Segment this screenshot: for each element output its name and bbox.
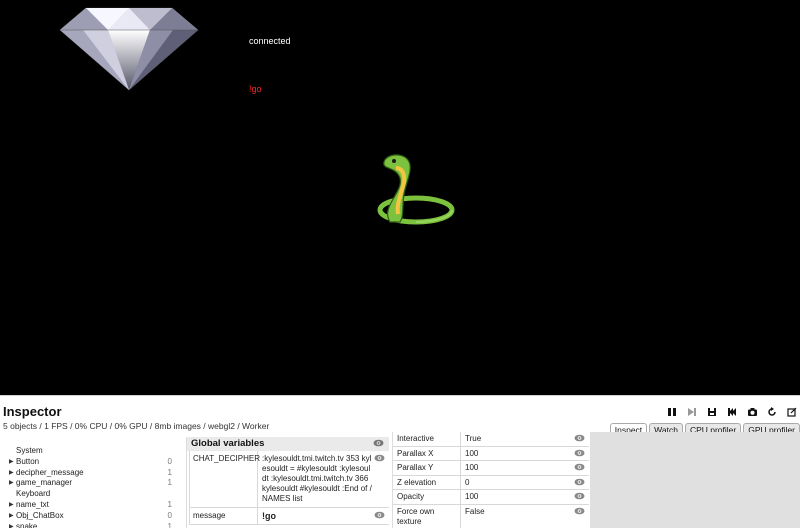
inspector-stats: 5 objects / 1 FPS / 0% CPU / 0% GPU / 8m… (3, 421, 270, 431)
eye-icon[interactable] (374, 511, 385, 519)
property-name: Interactive (393, 432, 461, 446)
tree-item[interactable]: ▶ Button 0 (0, 457, 180, 468)
expand-arrow-icon[interactable]: ▶ (9, 511, 14, 522)
game-canvas[interactable]: connected !go (0, 0, 800, 395)
tree-item-label: Obj_ChatBox (16, 510, 64, 520)
instance-count: 0 (167, 456, 172, 466)
property-row: Parallax Y 100 (393, 461, 589, 476)
step-icon[interactable] (684, 404, 700, 420)
eye-icon[interactable] (373, 439, 384, 447)
restart-icon[interactable] (724, 404, 740, 420)
tree-item[interactable]: ▶ game_manager 1 (0, 478, 180, 489)
variable-name: CHAT_DECIPHER (190, 451, 260, 507)
tree-item-label: name_txt (16, 499, 49, 509)
instance-count: 1 (167, 521, 172, 528)
inspector-panel: Inspector 5 objects / 1 FPS / 0% CPU / 0… (0, 395, 800, 528)
property-row: Z elevation 0 (393, 475, 589, 491)
instance-count: 1 (167, 499, 172, 509)
property-value[interactable]: True (461, 432, 589, 446)
instance-count: 0 (167, 510, 172, 520)
inspector-toolbar (664, 404, 800, 420)
tree-item[interactable]: ▶ snake 1 (0, 522, 180, 528)
global-variables-panel: Global variables CHAT_DECIPHER :kylesoul… (186, 437, 389, 528)
expand-icon[interactable] (784, 404, 800, 420)
variable-value[interactable]: :kylesouldt.tmi.twitch.tv 353 kylesouldt… (258, 451, 389, 507)
property-value[interactable]: 100 (461, 490, 589, 504)
reload-icon[interactable] (764, 404, 780, 420)
expand-arrow-icon[interactable]: ▶ (9, 500, 14, 511)
eye-icon[interactable] (374, 454, 385, 462)
property-name: Parallax Y (393, 461, 461, 475)
diamond-sprite (59, 7, 199, 91)
empty-panel-area (590, 432, 800, 528)
property-row: Force own texture False (393, 504, 589, 528)
tree-item-label: Keyboard (16, 489, 51, 499)
property-row: Parallax X 100 (393, 446, 589, 462)
variable-row: message !go (189, 508, 389, 525)
property-row: Opacity 100 (393, 490, 589, 505)
inspector-title: Inspector (3, 404, 62, 419)
chat-message-text: !go (249, 84, 262, 94)
tree-item-keyboard[interactable]: Keyboard (0, 489, 180, 500)
tree-item[interactable]: ▶ name_txt 1 (0, 500, 180, 511)
global-variables-title: Global variables (191, 438, 265, 449)
variable-name: message (190, 508, 258, 524)
object-tree: System ▶ Button 0 ▶ decipher_message 1 ▶ game… (0, 446, 180, 528)
property-value[interactable]: False (461, 505, 589, 528)
property-row: Interactive True (393, 432, 589, 447)
property-value[interactable]: 100 (461, 461, 589, 475)
expand-arrow-icon[interactable]: ▶ (9, 522, 14, 528)
tree-item-label: game_manager (16, 478, 73, 488)
expand-arrow-icon[interactable]: ▶ (9, 468, 14, 479)
instance-count: 1 (167, 478, 172, 488)
expand-arrow-icon[interactable]: ▶ (9, 457, 14, 468)
property-value[interactable]: 0 (461, 476, 589, 490)
connection-status-text: connected (249, 36, 291, 46)
properties-panel: Interactive True Parallax X 100 Parallax… (392, 432, 589, 528)
variable-value[interactable]: !go (258, 508, 389, 524)
property-name: Force own texture (393, 504, 461, 528)
screenshot-icon[interactable] (744, 404, 760, 420)
tree-item-label: snake (16, 521, 38, 528)
tree-item-label: Button (16, 456, 40, 466)
instance-count: 1 (167, 467, 172, 477)
tree-item[interactable]: ▶ Obj_ChatBox 0 (0, 511, 180, 522)
eye-icon[interactable] (574, 449, 585, 457)
property-value[interactable]: 100 (461, 447, 589, 461)
tree-item[interactable]: ▶ decipher_message 1 (0, 468, 180, 479)
property-name: Opacity (393, 490, 461, 504)
tree-item-label: decipher_message (16, 467, 84, 477)
eye-icon[interactable] (574, 478, 585, 486)
eye-icon[interactable] (574, 507, 585, 515)
app-window: connected !go Inspector 5 objects / 1 FP… (0, 0, 800, 528)
property-name: Z elevation (393, 475, 461, 490)
save-icon[interactable] (704, 404, 720, 420)
snake-logo-sprite (377, 154, 455, 225)
tree-item-system[interactable]: System (0, 446, 180, 457)
property-name: Parallax X (393, 446, 461, 461)
variable-row: CHAT_DECIPHER :kylesouldt.tmi.twitch.tv … (189, 451, 389, 508)
global-variables-header: Global variables (187, 437, 389, 451)
expand-arrow-icon[interactable]: ▶ (9, 478, 14, 489)
eye-icon[interactable] (574, 492, 585, 500)
eye-icon[interactable] (574, 463, 585, 471)
pause-icon[interactable] (664, 404, 680, 420)
tree-item-label: System (16, 446, 43, 455)
eye-icon[interactable] (574, 434, 585, 442)
